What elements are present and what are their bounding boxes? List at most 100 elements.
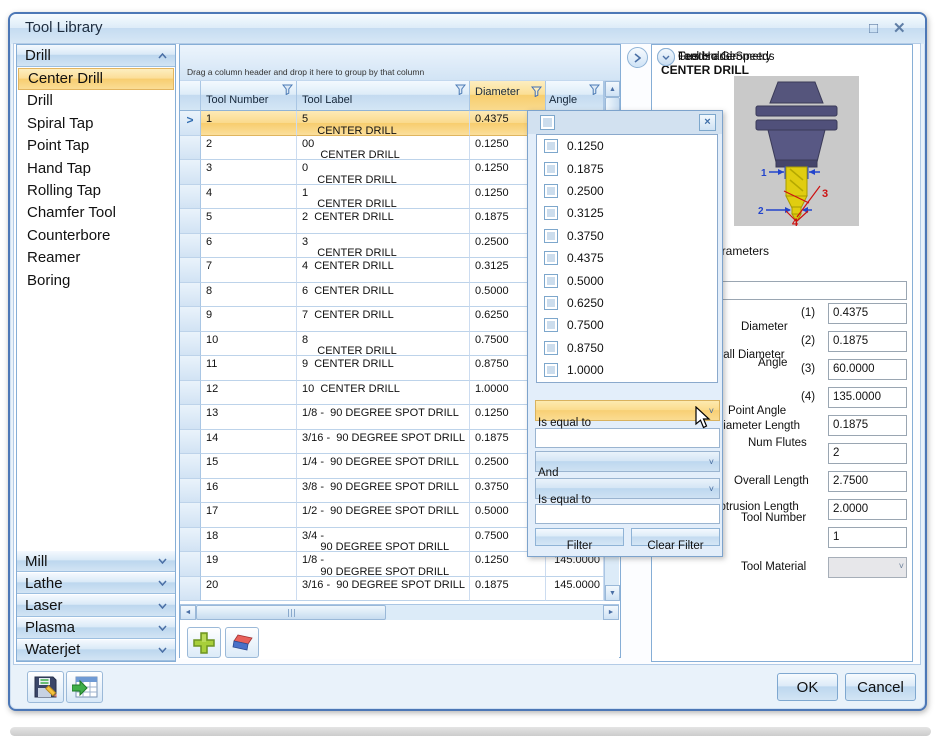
cell-tool-number[interactable]: 8 <box>201 282 297 307</box>
filter-value-item[interactable]: 0.5000 <box>537 269 717 291</box>
diameter-length-field[interactable]: 0.1875 <box>828 415 907 436</box>
sidebar-group-collapsed[interactable]: Waterjet <box>17 638 175 661</box>
cell-tool-number[interactable]: 17 <box>201 503 297 528</box>
protrusion-length-field[interactable]: 2.0000 <box>828 499 907 520</box>
cell-tool-label[interactable]: 3/8 - 90 DEGREE SPOT DRILL <box>297 478 470 503</box>
scroll-up-icon[interactable]: ▲ <box>605 81 620 97</box>
close-icon[interactable]: ✕ <box>893 19 906 37</box>
filter-value1-input[interactable] <box>535 428 720 448</box>
cell-tool-number[interactable]: 3 <box>201 160 297 185</box>
cell-tool-label[interactable]: 3 CENTER DRILL <box>297 233 470 259</box>
filter-value-item[interactable]: 0.7500 <box>537 314 717 336</box>
sidebar-group-drill[interactable]: Drill <box>17 45 175 67</box>
value-checkbox[interactable] <box>544 273 558 288</box>
cell-tool-label[interactable]: 4 CENTER DRILL <box>297 258 470 283</box>
horizontal-scroll-thumb[interactable] <box>196 605 386 620</box>
save-library-button[interactable] <box>27 671 64 703</box>
cell-tool-number[interactable]: 19 <box>201 552 297 577</box>
sidebar-item[interactable]: Hand Tap <box>18 157 174 180</box>
value-checkbox[interactable] <box>544 161 558 176</box>
cell-tool-label[interactable]: 6 CENTER DRILL <box>297 282 470 307</box>
filter-funnel-icon[interactable] <box>455 84 466 95</box>
cell-tool-label[interactable]: 10 CENTER DRILL <box>297 380 470 405</box>
cell-tool-label[interactable]: 00 CENTER DRILL <box>297 135 470 161</box>
ok-button[interactable]: OK <box>777 673 838 701</box>
cell-tool-label[interactable]: 3/16 - 90 DEGREE SPOT DRILL <box>297 429 470 454</box>
filter-funnel-icon[interactable] <box>282 84 293 95</box>
horizontal-scrollbar[interactable]: ◄ ► <box>180 604 619 620</box>
expander-circle[interactable] <box>657 48 675 66</box>
cell-tool-label[interactable]: 1/8 - 90 DEGREE SPOT DRILL <box>297 552 470 577</box>
cell-tool-number[interactable]: 10 <box>201 331 297 356</box>
export-library-button[interactable] <box>66 671 103 703</box>
cell-tool-number[interactable]: 7 <box>201 258 297 283</box>
filter-funnel-icon[interactable] <box>589 84 600 95</box>
cell-tool-label[interactable]: 1/4 - 90 DEGREE SPOT DRILL <box>297 454 470 479</box>
filter-button[interactable]: Filter <box>535 528 624 552</box>
sidebar-group-collapsed[interactable]: Laser <box>17 594 175 617</box>
cell-tool-number[interactable]: 15 <box>201 454 297 479</box>
value-checkbox[interactable] <box>544 139 558 154</box>
overall-length-field[interactable]: 2.7500 <box>828 471 907 492</box>
value-checkbox[interactable] <box>544 228 558 243</box>
sidebar-item[interactable]: Drill <box>18 90 174 113</box>
filter-funnel-icon[interactable] <box>531 86 542 97</box>
tool-label-field[interactable] <box>701 281 907 300</box>
scroll-left-icon[interactable]: ◄ <box>180 605 196 620</box>
num-flutes-field[interactable]: 2 <box>828 443 907 464</box>
sidebar-item[interactable]: Spiral Tap <box>18 112 174 136</box>
sidebar-item[interactable]: Point Tap <box>18 135 174 158</box>
select-all-checkbox[interactable] <box>540 115 555 130</box>
cell-tool-label[interactable]: 3/16 - 90 DEGREE SPOT DRILL <box>297 576 470 601</box>
cell-tool-number[interactable]: 6 <box>201 233 297 258</box>
filter-value-item[interactable]: 0.3125 <box>537 202 717 224</box>
cell-tool-number[interactable]: 11 <box>201 356 297 381</box>
cell-diameter[interactable]: 0.1875 <box>470 576 546 601</box>
point-angle-4-field[interactable]: 135.0000 <box>828 387 907 408</box>
sidebar-item[interactable]: Reamer <box>18 247 174 270</box>
cancel-button[interactable]: Cancel <box>845 673 916 701</box>
sidebar-item[interactable]: Rolling Tap <box>18 179 174 203</box>
cell-tool-label[interactable]: 1/2 - 90 DEGREE SPOT DRILL <box>297 503 470 528</box>
table-row[interactable]: 20 3/16 - 90 DEGREE SPOT DRILL 0.1875 14… <box>180 576 604 601</box>
value-checkbox[interactable] <box>544 340 558 355</box>
cell-tool-label[interactable]: 8 CENTER DRILL <box>297 331 470 357</box>
value-checkbox[interactable] <box>544 251 558 266</box>
sidebar-group-collapsed[interactable]: Plasma <box>17 616 175 639</box>
value-checkbox[interactable] <box>544 295 558 310</box>
column-header-angle[interactable]: Angle <box>546 81 604 111</box>
sidebar-group-collapsed[interactable]: Lathe <box>17 572 175 595</box>
title-bar[interactable] <box>10 14 925 44</box>
section-expander[interactable]: Custom Geometry <box>657 45 771 69</box>
filter-value-item[interactable]: 0.8750 <box>537 337 717 359</box>
filter-value-item[interactable]: 0.3750 <box>537 225 717 247</box>
tool-material-select[interactable]: ˅ <box>828 557 907 578</box>
filter-value-item[interactable]: 0.1250 <box>537 135 717 157</box>
cell-tool-number[interactable]: 5 <box>201 209 297 234</box>
angle-3-field[interactable]: 60.0000 <box>828 359 907 380</box>
cell-tool-label[interactable]: 1 CENTER DRILL <box>297 184 470 210</box>
operator-select[interactable]: ˅ <box>535 451 720 472</box>
cell-tool-number[interactable]: 16 <box>201 478 297 503</box>
expand-panel-button[interactable] <box>627 47 648 68</box>
popup-close-icon[interactable]: × <box>699 114 716 131</box>
value-checkbox[interactable] <box>544 363 558 378</box>
cell-tool-number[interactable]: 4 <box>201 184 297 209</box>
sidebar-group-collapsed[interactable]: Mill <box>17 550 175 573</box>
diameter-2-field[interactable]: 0.1875 <box>828 331 907 352</box>
cell-tool-number[interactable]: 1 <box>201 111 297 136</box>
filter-value-item[interactable]: 1.0000 <box>537 359 717 381</box>
value-checkbox[interactable] <box>544 206 558 221</box>
filter-value-item[interactable]: 0.4375 <box>537 247 717 269</box>
delete-tool-button[interactable] <box>225 627 259 658</box>
cell-tool-label[interactable]: 0 CENTER DRILL <box>297 160 470 185</box>
diameter-1-field[interactable]: 0.4375 <box>828 303 907 324</box>
group-by-bar[interactable]: Drag a column header and drop it here to… <box>180 45 620 81</box>
cell-tool-number[interactable]: 13 <box>201 405 297 430</box>
filter-value-item[interactable]: 0.6250 <box>537 292 717 314</box>
column-header-tool-number[interactable]: Tool Number <box>201 81 297 111</box>
scroll-down-icon[interactable]: ▼ <box>605 585 620 601</box>
sidebar-item[interactable]: Center Drill <box>18 68 174 91</box>
cell-tool-number[interactable]: 18 <box>201 527 297 552</box>
cell-tool-number[interactable]: 14 <box>201 429 297 454</box>
